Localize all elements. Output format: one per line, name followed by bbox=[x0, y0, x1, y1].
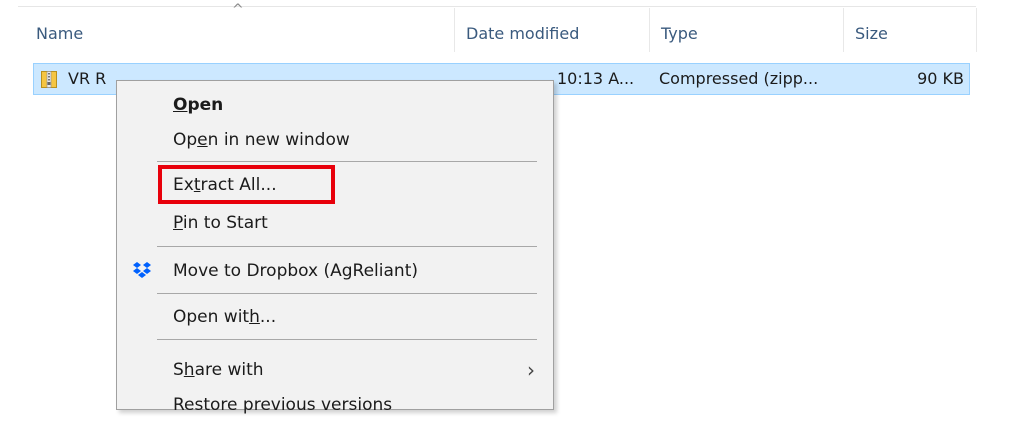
menu-item-share-with[interactable]: Share with › bbox=[117, 352, 553, 388]
menu-separator bbox=[157, 161, 537, 162]
file-date-modified: 10:13 A... bbox=[557, 69, 635, 88]
menu-item-mnemonic: P bbox=[173, 213, 183, 233]
menu-separator bbox=[157, 293, 537, 294]
file-size: 90 KB bbox=[917, 69, 964, 88]
zip-folder-icon bbox=[41, 71, 57, 88]
highlight-box-extract-all bbox=[158, 165, 335, 204]
column-header-type[interactable]: Type bbox=[649, 14, 843, 52]
column-header-name-label: Name bbox=[36, 23, 84, 43]
menu-item-open-with[interactable]: Open with... bbox=[117, 299, 553, 335]
menu-separator bbox=[157, 246, 537, 247]
menu-item-mnemonic: O bbox=[173, 95, 188, 115]
menu-item-label: Open wit bbox=[173, 307, 250, 327]
menu-item-label: in to Start bbox=[182, 213, 268, 233]
column-header-date-modified[interactable]: Date modified bbox=[454, 14, 649, 52]
menu-item-mnemonic: h bbox=[249, 307, 260, 327]
menu-item-label: are with bbox=[194, 360, 264, 380]
dropbox-icon bbox=[133, 262, 151, 278]
menu-item-mnemonic: e bbox=[197, 130, 208, 150]
menu-item-label: n in new window bbox=[207, 130, 350, 150]
menu-item-label: Move to Dropbox (AgReliant) bbox=[173, 261, 418, 281]
menu-item-open[interactable]: Open bbox=[117, 87, 553, 123]
menu-item-label: pen bbox=[187, 95, 224, 115]
column-header-size[interactable]: Size bbox=[843, 14, 976, 52]
submenu-chevron-icon: › bbox=[527, 358, 535, 382]
menu-item-label: S bbox=[173, 360, 184, 380]
menu-item-label: Op bbox=[173, 130, 198, 150]
context-menu: Open Open in new window Extract All... P… bbox=[116, 80, 554, 415]
menu-separator bbox=[157, 339, 537, 340]
column-header-name[interactable]: Name bbox=[24, 14, 454, 52]
menu-item-label: ... bbox=[259, 307, 277, 327]
menu-item-move-to-dropbox[interactable]: Move to Dropbox (AgReliant) bbox=[117, 253, 553, 289]
column-header-date-label: Date modified bbox=[466, 23, 580, 43]
menu-item-open-in-new-window[interactable]: Open in new window bbox=[117, 122, 553, 158]
menu-item-label: Restore previous versions bbox=[173, 395, 393, 415]
header-top-border bbox=[18, 6, 976, 7]
menu-item-mnemonic: h bbox=[183, 360, 195, 380]
column-divider[interactable] bbox=[976, 8, 977, 52]
menu-item-pin-to-start[interactable]: Pin to Start bbox=[117, 205, 553, 241]
column-header-type-label: Type bbox=[661, 23, 698, 43]
column-header-size-label: Size bbox=[855, 23, 888, 43]
file-type: Compressed (zipp... bbox=[659, 69, 819, 88]
menu-item-restore-previous-versions[interactable]: Restore previous versions bbox=[117, 387, 553, 423]
